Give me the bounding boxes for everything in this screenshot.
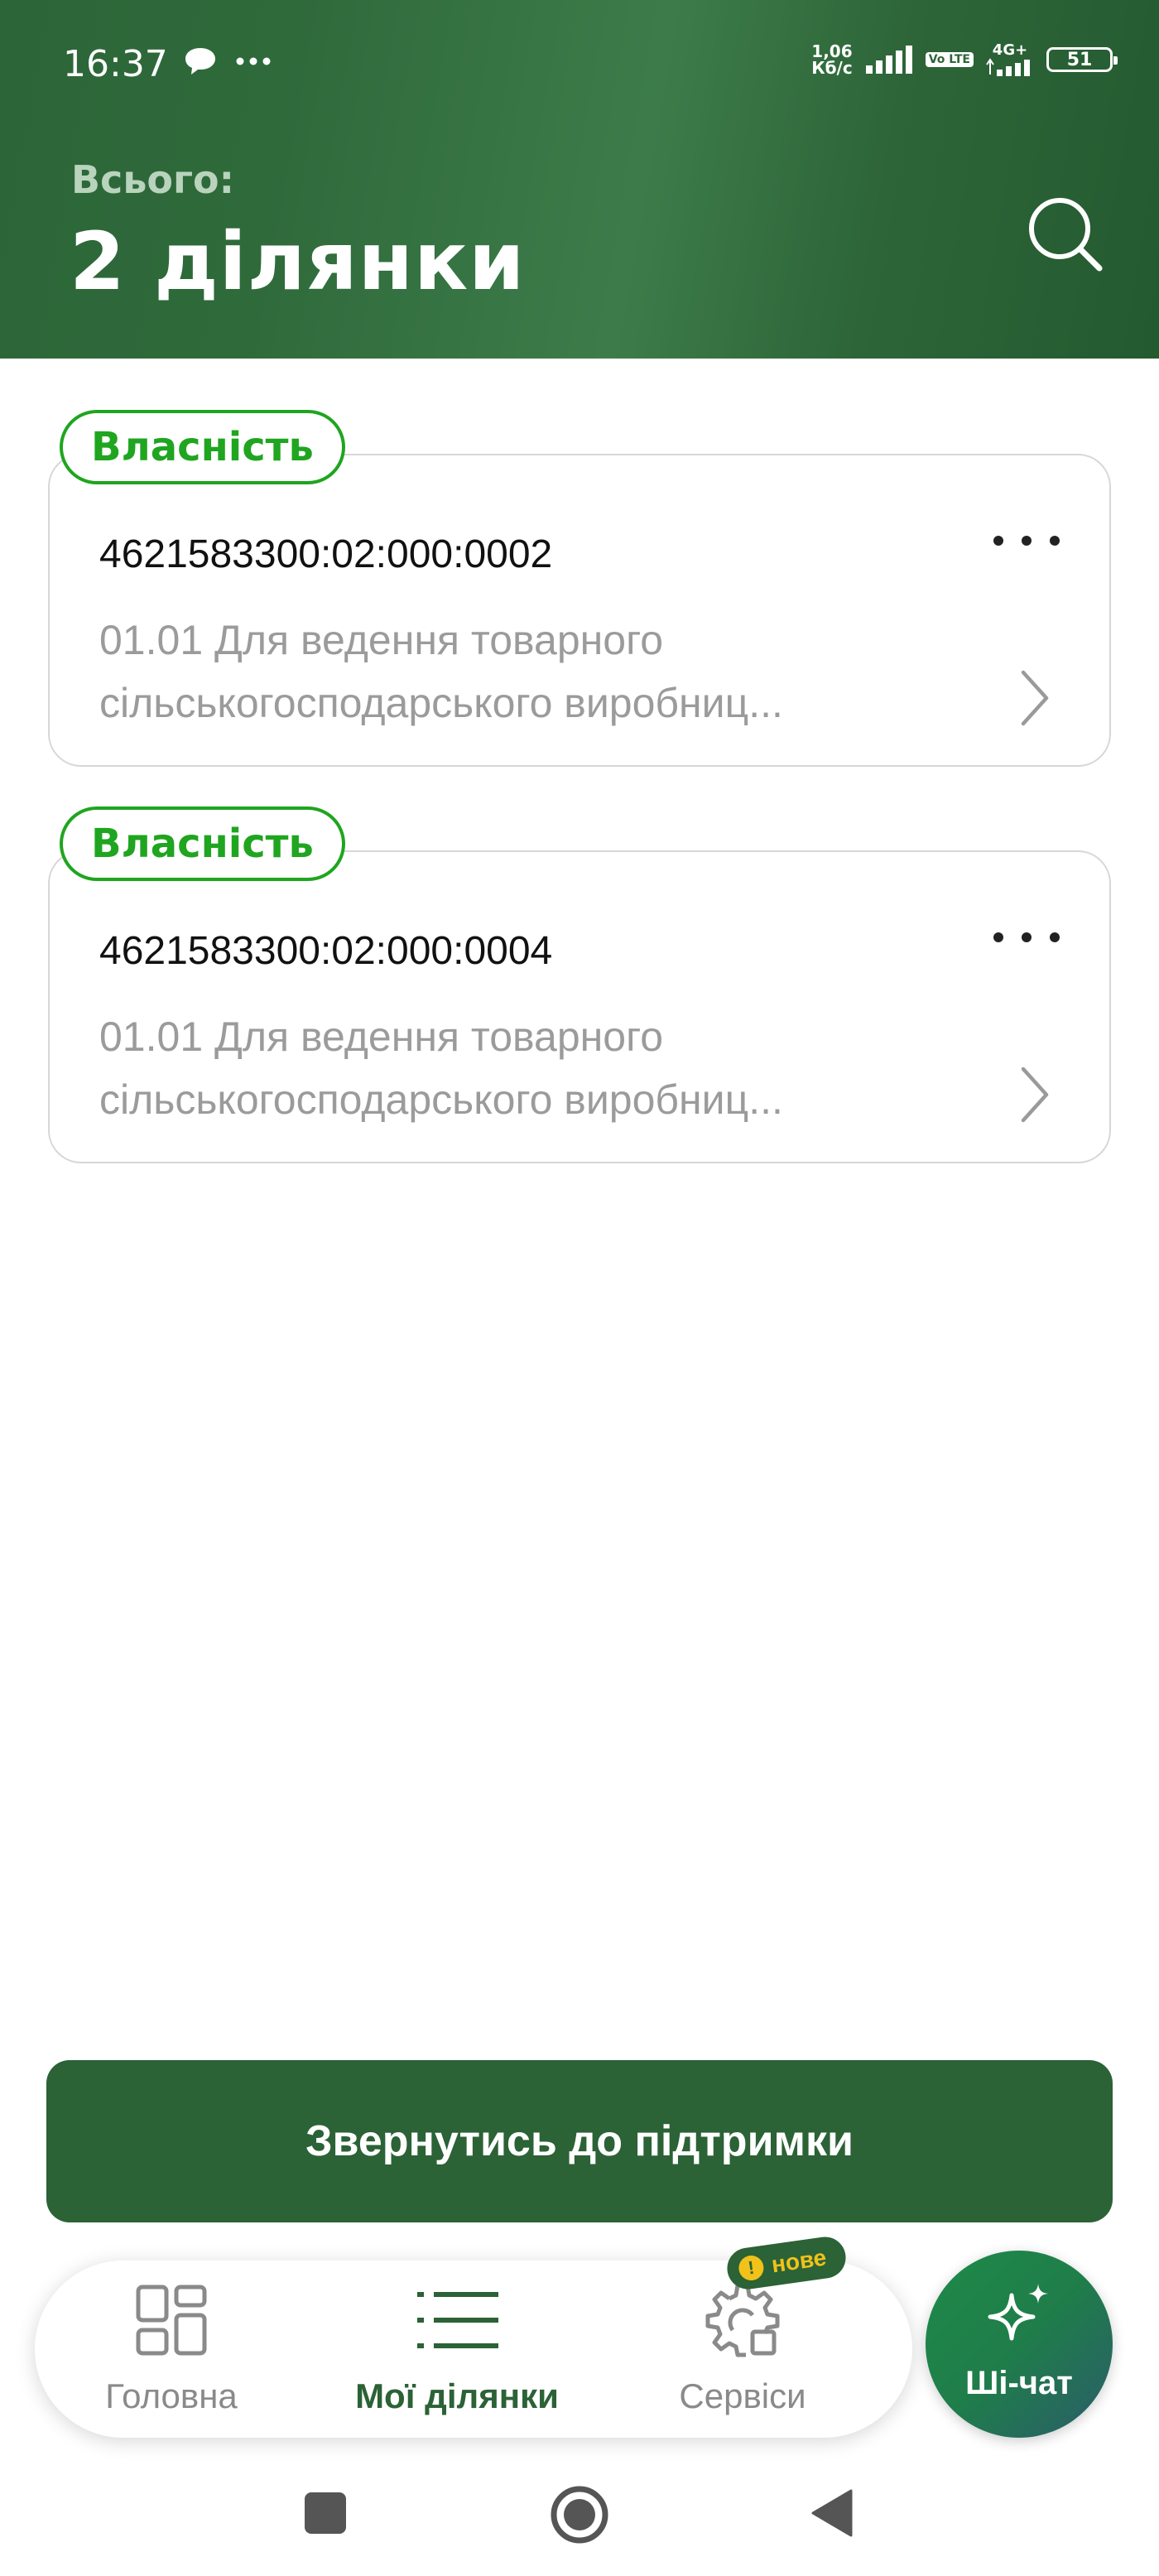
triangle-back-icon — [811, 2489, 853, 2537]
square-icon — [305, 2492, 346, 2534]
net-speed-value: 1,06 — [811, 41, 853, 61]
land-purpose: 01.01 Для ведення товарного сільськогосп… — [99, 609, 977, 734]
battery-icon: 51 — [1046, 47, 1118, 72]
nav-item-home[interactable]: Головна — [68, 2261, 275, 2438]
more-dot — [993, 932, 1003, 942]
plot-card[interactable]: 4621583300:02:000:0004 01.01 Для ведення… — [48, 850, 1111, 1163]
land-purpose: 01.01 Для ведення товарного сільськогосп… — [99, 1005, 977, 1131]
nav-label: Головна — [105, 2376, 238, 2415]
cadastral-number: 4621583300:02:000:0002 — [99, 532, 553, 576]
more-dot — [993, 536, 1003, 546]
ai-chat-button[interactable]: Ші-чат — [926, 2251, 1113, 2438]
status-bar: 16:37 1,06 Кб/с Vo LTE 4G+ 51 — [0, 0, 1159, 132]
more-dot — [1022, 536, 1032, 546]
search-button[interactable] — [1023, 192, 1106, 275]
network-indicator: 4G+ — [985, 43, 1035, 76]
battery-level: 51 — [1066, 49, 1093, 70]
land-purpose-line: сільськогосподарського виробниц... — [99, 680, 783, 726]
nav-label: Мої ділянки — [355, 2376, 559, 2415]
nav-item-my-plots[interactable]: Мої ділянки — [333, 2261, 581, 2438]
new-badge-label: нове — [769, 2244, 829, 2278]
nav-label: Сервіси — [679, 2376, 806, 2415]
land-purpose-line: сільськогосподарського виробниц... — [99, 1076, 783, 1123]
bottom-navigation: Головна Мої ділянки Сервіси — [35, 2261, 912, 2438]
total-label: Всього: — [71, 157, 235, 202]
recents-button[interactable] — [296, 2484, 354, 2542]
land-purpose-line: 01.01 Для ведення товарного — [99, 1014, 664, 1060]
sparkle-icon — [988, 2284, 1048, 2341]
more-notifications-icon — [236, 57, 271, 65]
message-icon — [185, 48, 215, 75]
more-options-button[interactable] — [993, 925, 1060, 950]
system-navigation-bar — [0, 2451, 1159, 2576]
ownership-badge: Власність — [60, 410, 345, 484]
status-indicators: 1,06 Кб/с Vo LTE 4G+ 51 — [811, 43, 1118, 76]
volte-icon: Vo LTE — [925, 52, 974, 67]
net-speed-unit: Кб/с — [811, 58, 853, 78]
more-dot — [1050, 536, 1060, 546]
home-button[interactable] — [549, 2484, 608, 2544]
circle-icon — [551, 2486, 608, 2544]
ai-chat-label: Ші-чат — [965, 2365, 1073, 2401]
list-icon — [417, 2292, 498, 2348]
contact-support-button[interactable]: Звернутись до підтримки — [46, 2060, 1113, 2222]
signal-icon — [865, 46, 912, 74]
cadastral-number: 4621583300:02:000:0004 — [99, 929, 553, 973]
more-options-button[interactable] — [993, 528, 1060, 553]
more-dot — [1050, 932, 1060, 942]
network-type: 4G+ — [992, 41, 1028, 59]
net-speed: 1,06 Кб/с — [811, 43, 852, 76]
back-button[interactable] — [805, 2484, 863, 2542]
gear-icon — [705, 2283, 780, 2357]
status-time: 16:37 — [63, 43, 168, 85]
alert-icon: ! — [737, 2254, 766, 2282]
search-icon — [1029, 198, 1103, 272]
status-notifications — [184, 46, 272, 76]
plot-card[interactable]: 4621583300:02:000:0002 01.01 Для ведення… — [48, 454, 1111, 767]
app-header: 16:37 1,06 Кб/с Vo LTE 4G+ 51 Всього: 2 … — [0, 0, 1159, 359]
dashboard-icon — [136, 2285, 207, 2356]
more-dot — [1022, 932, 1032, 942]
chevron-right-icon — [1021, 670, 1049, 726]
ownership-badge: Власність — [60, 807, 345, 881]
signal-icon-secondary — [986, 58, 1030, 76]
land-purpose-line: 01.01 Для ведення товарного — [99, 617, 664, 663]
chevron-right-icon — [1021, 1067, 1049, 1123]
page-title: 2 ділянки — [70, 215, 526, 308]
